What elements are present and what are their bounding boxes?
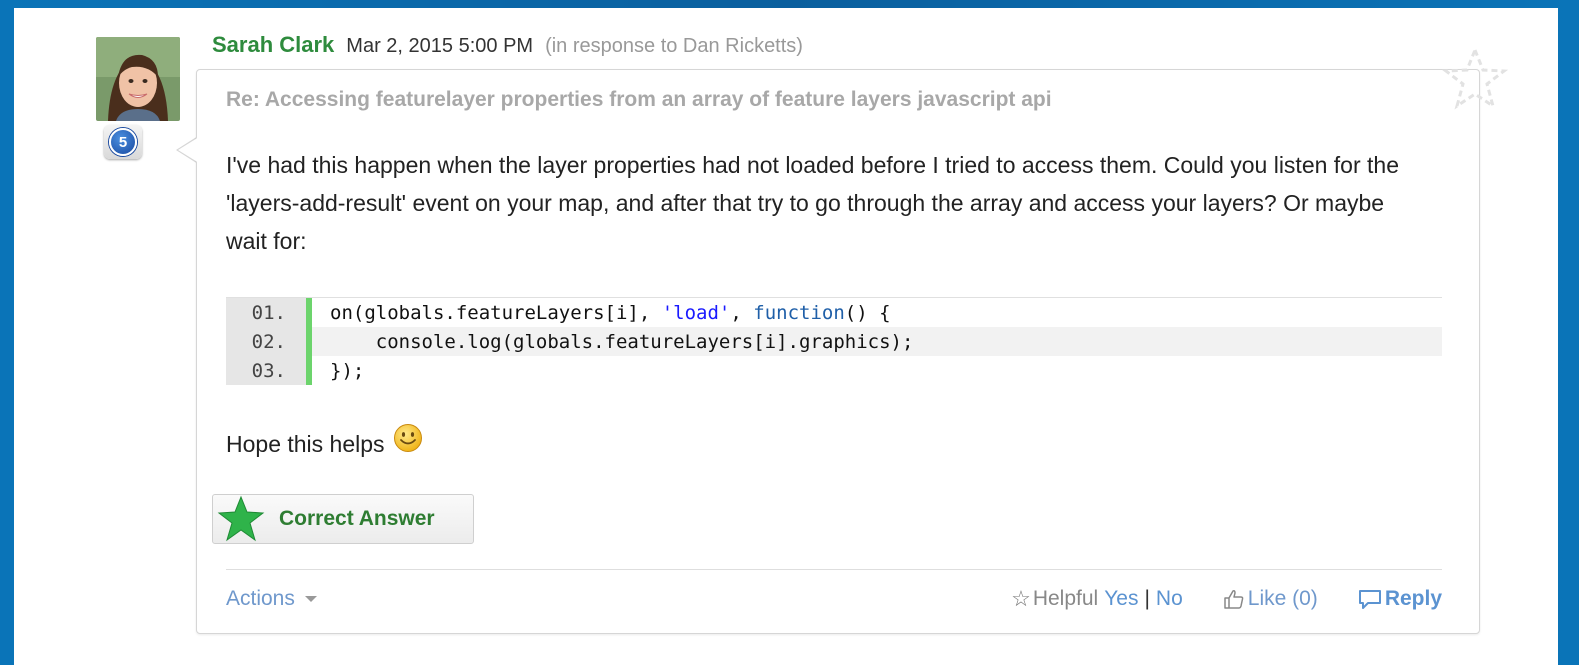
closing-line: Hope this helps [226, 423, 423, 458]
footer-divider [226, 569, 1442, 570]
smiley-icon [393, 423, 422, 452]
star-outline-icon[interactable] [1442, 46, 1508, 112]
code-line: 01. on(globals.featureLayers[i], 'load',… [226, 298, 1442, 327]
thumbs-up-icon [1224, 590, 1244, 609]
code-plain: , [730, 301, 754, 324]
helpful-yes-link[interactable]: Yes [1104, 587, 1138, 611]
helpful-label: Helpful [1032, 587, 1099, 610]
actions-label: Actions [226, 587, 295, 610]
green-star-icon [217, 495, 265, 542]
line-number: 03. [226, 356, 312, 385]
actions-menu[interactable]: Actions [226, 587, 317, 611]
code-string: 'load' [661, 301, 731, 324]
post-subject: Re: Accessing featurelayer properties fr… [226, 88, 1052, 111]
bubble-tail-inner [178, 137, 199, 163]
rank-badge: 5 [104, 125, 142, 159]
code-line: 03. }); [226, 356, 1442, 385]
helpful-no-link[interactable]: No [1156, 587, 1183, 611]
code-keyword: function [753, 301, 845, 324]
code-plain: on(globals.featureLayers[i], [330, 301, 662, 324]
code-text: }); [312, 356, 1442, 385]
line-number: 02. [226, 327, 312, 356]
reply-label: Reply [1384, 587, 1442, 610]
speech-bubble-icon [1358, 590, 1381, 609]
like-label: Like (0) [1247, 587, 1318, 610]
code-line: 02. console.log(globals.featureLayers[i]… [226, 327, 1442, 356]
avatar[interactable] [96, 37, 180, 121]
code-block: 01. on(globals.featureLayers[i], 'load',… [226, 297, 1442, 385]
user-photo-icon [96, 37, 180, 121]
reply-button[interactable]: Reply [1358, 587, 1442, 611]
correct-answer-label: Correct Answer [279, 507, 435, 530]
code-plain: }); [330, 359, 365, 382]
closing-text: Hope this helps [226, 431, 385, 457]
like-button[interactable]: Like (0) [1223, 587, 1318, 611]
post-date: Mar 2, 2015 5:00 PM [346, 35, 534, 57]
correct-answer-button[interactable]: Correct Answer [212, 494, 474, 544]
helpful-separator: | [1144, 587, 1150, 610]
author-name[interactable]: Sarah Clark [212, 32, 334, 58]
star-icon: ☆ [1011, 586, 1031, 611]
post-footer: Actions ☆ Helpful Yes | No Like (0) Repl… [226, 582, 1442, 616]
code-plain: () { [844, 301, 891, 324]
line-number: 01. [226, 298, 312, 327]
code-text: on(globals.featureLayers[i], 'load', fun… [312, 298, 1442, 327]
chevron-down-icon [304, 596, 317, 602]
code-text: console.log(globals.featureLayers[i].gra… [312, 327, 1442, 356]
helpful-group: ☆ Helpful Yes | No [1011, 586, 1183, 612]
post-meta: Sarah Clark Mar 2, 2015 5:00 PM (in resp… [212, 32, 803, 62]
page: 5 Sarah Clark Mar 2, 2015 5:00 PM (in re… [14, 8, 1558, 665]
rank-level: 5 [109, 128, 137, 156]
post-body: I've had this happen when the layer prop… [226, 152, 1399, 254]
code-plain: console.log(globals.featureLayers[i].gra… [330, 330, 914, 353]
in-response-link[interactable]: (in response to Dan Ricketts) [545, 35, 803, 58]
